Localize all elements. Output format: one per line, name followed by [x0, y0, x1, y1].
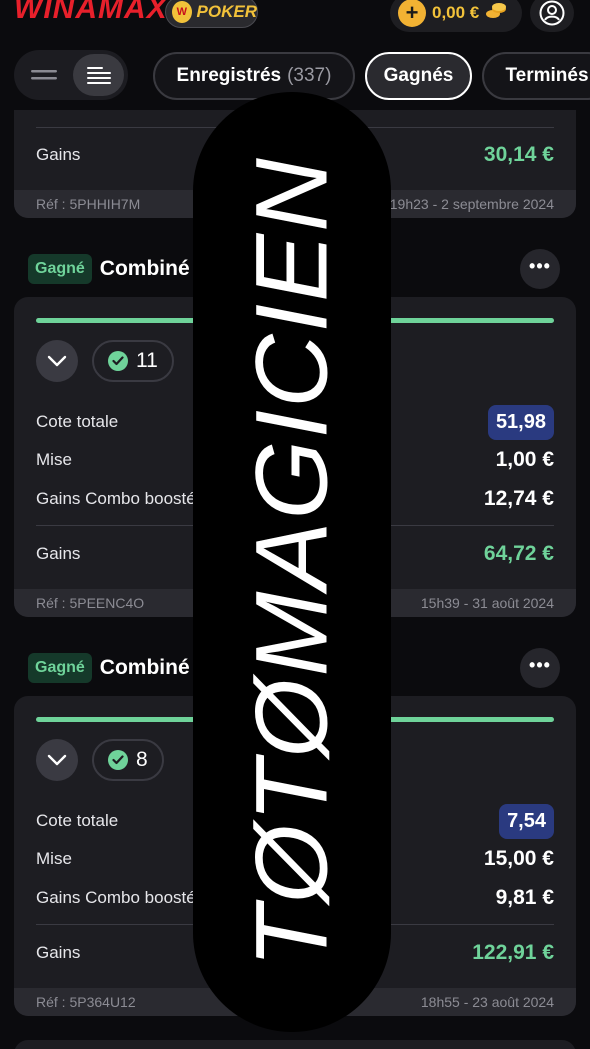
poker-logo-icon: W — [172, 1, 192, 23]
watermark-text: TØTØMAGICIEN — [234, 156, 349, 968]
selections-count: 8 — [92, 739, 164, 781]
balance-amount: 0,00 € — [432, 3, 480, 22]
bet-type-title: Combiné — [99, 656, 190, 679]
tab-label: Terminés — [505, 65, 589, 86]
view-toggle — [14, 50, 128, 100]
tab-count: (337) — [287, 65, 332, 86]
bet-date: 18h55 - 23 août 2024 — [420, 994, 554, 1010]
selections-count: 11 — [92, 340, 174, 382]
combo-value: 9,81 € — [495, 886, 554, 909]
poker-button[interactable]: W POKER — [165, 0, 258, 28]
cote-value: 51,98 — [487, 404, 554, 440]
status-badge: Gagné — [28, 653, 92, 683]
more-icon: ••• — [529, 256, 551, 276]
poker-label: POKER — [196, 2, 257, 21]
user-account-button[interactable] — [530, 0, 574, 32]
detailed-view-button[interactable] — [73, 54, 124, 96]
chevron-down-icon — [47, 355, 67, 367]
chevron-down-icon — [47, 754, 67, 766]
bet-reference: Réf : 5PHHIH7M — [36, 196, 141, 212]
compact-view-button[interactable] — [18, 54, 69, 96]
cote-label: Cote totale — [36, 412, 119, 431]
gains-label: Gains — [36, 943, 81, 962]
gains-label: Gains — [36, 544, 81, 563]
selections-number: 11 — [136, 349, 158, 372]
check-icon — [108, 351, 128, 371]
gains-value: 122,91 € — [472, 941, 554, 964]
tab-label: Enregistrés — [176, 65, 282, 86]
bet-reference: Réf : 5P364U12 — [36, 994, 136, 1010]
gains-value: 64,72 € — [483, 542, 554, 565]
more-options-button[interactable]: ••• — [520, 249, 560, 289]
watermark-overlay: TØTØMAGICIEN — [193, 92, 391, 1032]
expand-button[interactable] — [36, 340, 78, 382]
compact-list-icon — [30, 70, 57, 80]
plus-icon: + — [398, 0, 426, 27]
balance-button[interactable]: + 0,00 € — [390, 0, 522, 32]
gains-label: Gains — [36, 145, 81, 164]
combo-label: Gains Combo boosté — [36, 489, 196, 508]
tab-enregistres[interactable]: Enregistrés (337) — [153, 52, 355, 100]
mise-label: Mise — [36, 849, 72, 868]
bet-type-title: Combiné — [99, 257, 190, 280]
tab-gagnes[interactable]: Gagnés — [365, 52, 472, 100]
status-badge: Gagné — [28, 254, 92, 284]
mise-label: Mise — [36, 450, 72, 469]
check-icon — [108, 750, 128, 770]
combo-value: 12,74 € — [483, 487, 554, 510]
detailed-list-icon — [86, 67, 111, 84]
gains-value: 30,14 € — [483, 143, 554, 166]
bet-date: 15h39 - 31 août 2024 — [420, 595, 554, 611]
selections-number: 8 — [136, 748, 148, 771]
more-icon: ••• — [529, 655, 551, 675]
combo-label: Gains Combo boosté — [36, 888, 196, 907]
coins-icon — [485, 2, 507, 25]
cote-value: 7,54 — [499, 803, 554, 839]
expand-button[interactable] — [36, 739, 78, 781]
bet-date: 19h23 - 2 septembre 2024 — [389, 196, 554, 212]
bet-reference: Réf : 5PEENC4O — [36, 595, 145, 611]
cote-label: Cote totale — [36, 811, 119, 830]
bet-card[interactable] — [14, 1040, 576, 1049]
mise-value: 1,00 € — [495, 448, 554, 471]
user-icon — [539, 0, 565, 26]
tab-label: Gagnés — [383, 65, 454, 86]
more-options-button[interactable]: ••• — [520, 648, 560, 688]
tab-termines[interactable]: Terminés — [482, 52, 590, 100]
winamax-logo[interactable]: WINAMAX — [14, 0, 168, 26]
mise-value: 15,00 € — [483, 847, 554, 870]
